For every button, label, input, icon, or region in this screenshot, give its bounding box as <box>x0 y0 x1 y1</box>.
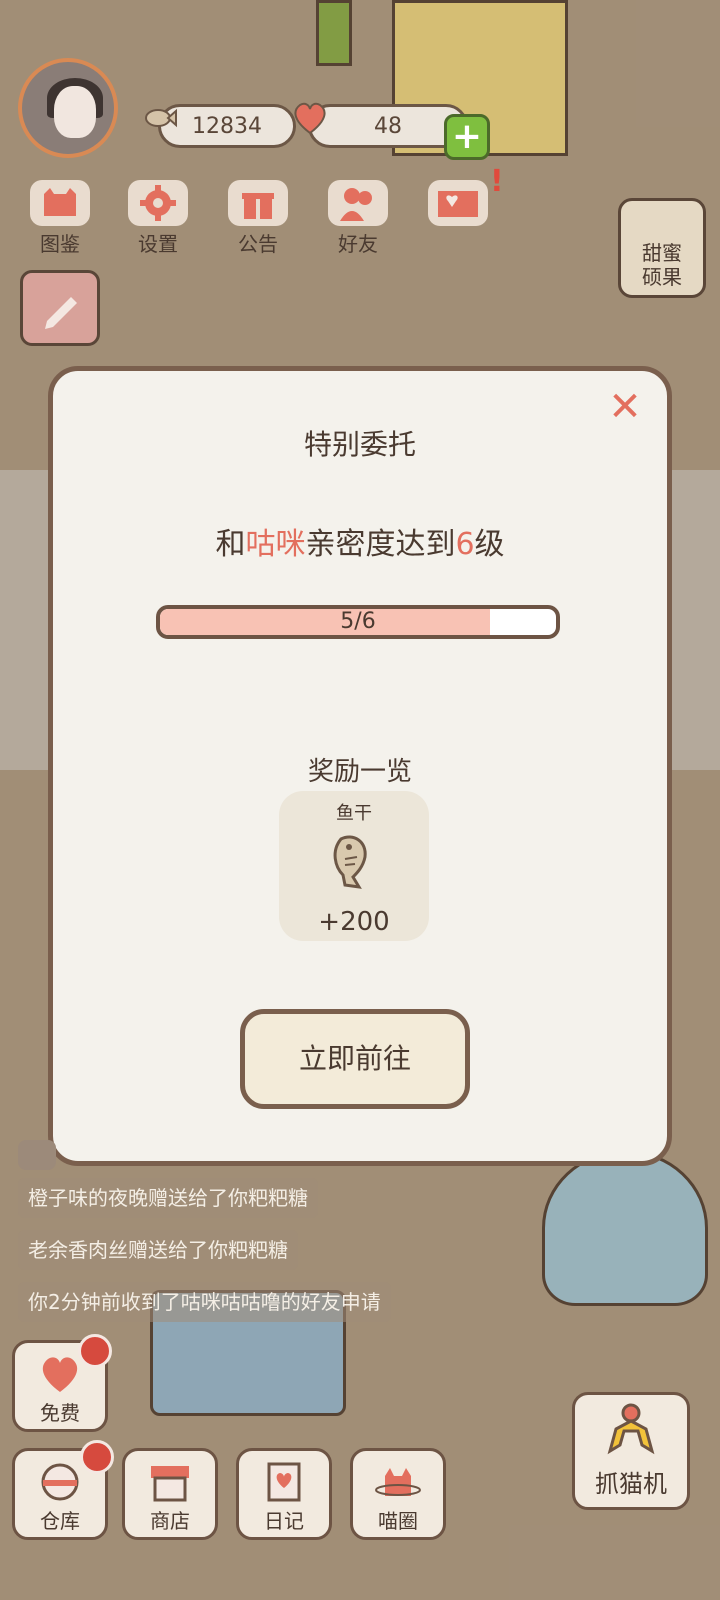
warehouse-label: 仓库 <box>40 1509 80 1533</box>
notification-exclaim: ! <box>490 164 504 199</box>
notification-dot <box>80 1440 114 1474</box>
fish-count: 12834 <box>192 113 262 139</box>
feed-message: 橙子味的夜晚赠送给了你粑粑糖 <box>18 1178 318 1218</box>
gear-icon <box>128 180 188 226</box>
claw-machine-label: 抓猫机 <box>595 1470 667 1498</box>
heart-icon <box>287 95 333 141</box>
task-prefix: 和 <box>215 527 246 562</box>
fish-counter: 12834 <box>145 104 296 148</box>
menu-item-settings[interactable]: 设置 <box>118 180 198 256</box>
progress-text: 5/6 <box>340 609 376 634</box>
sweet-harvest-button[interactable]: 甜蜜 硕果 <box>618 198 706 298</box>
warehouse-icon <box>35 1459 85 1505</box>
task-suffix: 级 <box>474 527 505 562</box>
task-level: 6 <box>455 527 475 562</box>
fish-icon <box>137 95 183 141</box>
diary-icon <box>259 1459 309 1505</box>
task-middle: 亲密度达到 <box>305 527 456 562</box>
menu-label: 设置 <box>138 232 178 256</box>
diary-button[interactable]: 日记 <box>236 1448 332 1540</box>
heart-box-icon <box>35 1351 85 1397</box>
gift-icon <box>228 180 288 226</box>
reward-card: 鱼干 +200 <box>279 791 429 941</box>
shop-button[interactable]: 商店 <box>122 1448 218 1540</box>
sweet-label-line1: 甜蜜 <box>642 241 682 265</box>
go-now-button[interactable]: 立即前往 <box>240 1009 470 1109</box>
cat-planet-icon <box>373 1459 423 1505</box>
mail-icon <box>428 180 488 226</box>
task-cat-name: 咕咪 <box>245 527 306 562</box>
shop-label: 商店 <box>150 1509 190 1533</box>
friends-icon <box>328 180 388 226</box>
task-description: 和咕咪亲密度达到6级 <box>53 519 667 563</box>
reward-amount: +200 <box>318 907 390 937</box>
cat-book-icon <box>30 180 90 226</box>
shop-icon <box>145 1459 195 1505</box>
cat-circle-button[interactable]: 喵圈 <box>350 1448 446 1540</box>
dried-fish-icon <box>333 835 367 889</box>
special-commission-dialog: ✕ 特别委托 和咕咪亲密度达到6级 5/6 奖励一览 鱼干 +200 立即前往 <box>48 366 672 1166</box>
dialog-title: 特别委托 <box>303 428 416 461</box>
feed-collapse-toggle[interactable] <box>18 1140 56 1170</box>
notification-dot <box>78 1334 112 1368</box>
affinity-progress-bar: 5/6 <box>156 605 560 639</box>
cat-circle-label: 喵圈 <box>378 1509 418 1533</box>
reward-name: 鱼干 <box>336 803 372 824</box>
claw-icon <box>607 1403 655 1455</box>
menu-label: 公告 <box>238 232 278 256</box>
menu-item-friends[interactable]: 好友 <box>318 180 398 256</box>
menu-label: 好友 <box>338 232 378 256</box>
player-avatar[interactable] <box>18 58 118 158</box>
menu-item-catalog[interactable]: 图鉴 <box>20 180 100 256</box>
feed-message: 你2分钟前收到了咕咪咕咕噜的好友申请 <box>18 1282 391 1322</box>
calendar-button[interactable] <box>20 270 100 346</box>
feed-message: 老余香肉丝赠送给了你粑粑糖 <box>18 1230 298 1270</box>
heart-count: 48 <box>374 113 402 139</box>
menu-label: 图鉴 <box>40 232 80 256</box>
diary-label: 日记 <box>264 1509 304 1533</box>
rewards-title: 奖励一览 <box>307 757 412 787</box>
free-label: 免费 <box>40 1401 80 1425</box>
claw-machine-button[interactable]: 抓猫机 <box>572 1392 690 1510</box>
sweet-label-line2: 硕果 <box>642 265 682 289</box>
menu-item-mail[interactable] <box>418 180 498 250</box>
pencil-icon <box>45 297 77 329</box>
add-hearts-button[interactable]: + <box>444 114 490 160</box>
menu-item-announcement[interactable]: 公告 <box>218 180 298 256</box>
